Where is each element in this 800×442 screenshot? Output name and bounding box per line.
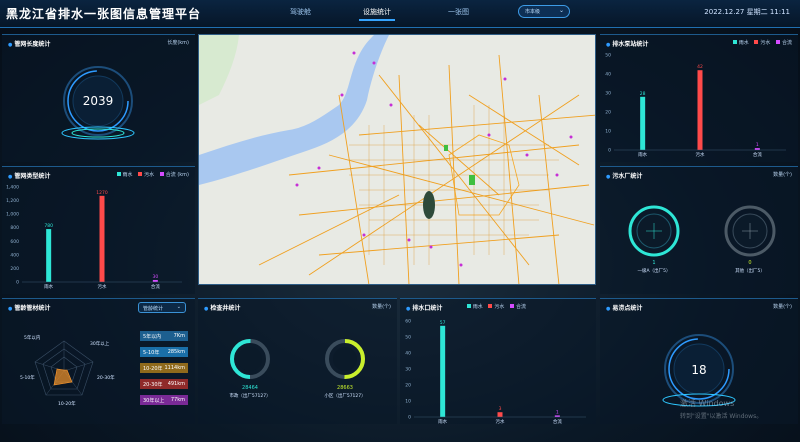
tab-one-map[interactable]: 一张图 xyxy=(448,7,469,17)
windows-watermark: 激活 Windows xyxy=(680,399,735,408)
outfall-ytick: 20 xyxy=(405,383,411,389)
pump-bar xyxy=(697,70,703,150)
age-range-4: 30年以上 77km xyxy=(140,395,188,405)
outfall-ytick: 0 xyxy=(408,415,411,421)
pipe-age-dropdown-value: 管龄统计 xyxy=(143,306,164,312)
pipe-type-bar xyxy=(99,195,105,282)
radar-label-1: 30年以上 xyxy=(90,340,110,347)
outfall-bar xyxy=(497,412,503,417)
pipe-type-ytick: 1,000 xyxy=(6,212,19,218)
plant-gauge-1-value: 0 xyxy=(748,260,751,266)
outfall-category-label: 污水 xyxy=(496,418,505,425)
pump-category-label: 合流 xyxy=(753,151,762,158)
outfall-category-label: 合流 xyxy=(553,418,562,425)
map-canvas[interactable] xyxy=(199,35,596,285)
pipe-type-category-label: 污水 xyxy=(98,283,107,290)
pipe-age-panel: 管龄管材统计 5年以内 30年以上 20-30年 10-20年 5-10年 xyxy=(2,298,195,424)
pipe-type-category-label: 雨水 xyxy=(44,283,53,290)
pipe-type-ytick: 200 xyxy=(10,266,19,272)
outfall-value-label: 57 xyxy=(440,320,446,326)
pump-value-label: 42 xyxy=(697,64,703,70)
pump-value-label: 1 xyxy=(756,142,759,148)
outfall-ytick: 40 xyxy=(405,351,411,357)
radar-label-4: 5-10年 xyxy=(20,374,35,381)
pump-value-label: 28 xyxy=(640,91,646,97)
pump-station-panel: 排水泵站统计 雨水 污水 合流 0102030405028雨水42污水1合流 xyxy=(600,34,798,162)
inspection-well-gauges: 28464 市政（出厂57127） 28663 小区（出厂57127） xyxy=(229,339,366,399)
plant-gauge-0-value: 1 xyxy=(652,260,655,266)
pipe-type-chart: 0 200 400 600 800 1,000 1,200 1,400 780 雨水 1270 污水 3… xyxy=(6,185,182,290)
plant-gauge-0-label: 一级A（出厂5） xyxy=(638,267,671,274)
city-map[interactable] xyxy=(198,34,596,285)
pipe-type-ytick: 600 xyxy=(10,239,19,245)
pump-ytick: 50 xyxy=(605,53,611,59)
pump-category-label: 污水 xyxy=(696,151,705,158)
pipe-age-radar: 5年以内 30年以上 20-30年 10-20年 5-10年 xyxy=(20,334,115,407)
outfall-ytick: 30 xyxy=(405,367,411,373)
app-title: 黑龙江省排水一张图信息管理平台 xyxy=(6,7,202,21)
pipe-type-value-label: 780 xyxy=(44,223,53,229)
age-range-2: 10-20年 1114km xyxy=(140,363,188,373)
outfall-bar xyxy=(440,325,446,417)
radar-label-0: 5年以内 xyxy=(24,334,41,341)
tab-facility-stats[interactable]: 设施统计 xyxy=(359,7,395,21)
pipe-type-ytick: 800 xyxy=(10,225,19,231)
pipe-type-bar xyxy=(152,279,158,282)
well-gauge-1-label: 小区（出厂57127） xyxy=(324,392,365,399)
pump-ytick: 30 xyxy=(605,91,611,97)
pump-ytick: 0 xyxy=(608,148,611,154)
pump-category-label: 雨水 xyxy=(638,151,647,158)
chevron-down-icon: ⌄ xyxy=(558,7,564,14)
outfall-value-label: 3 xyxy=(499,406,502,412)
well-gauge-1-value: 28663 xyxy=(337,385,353,391)
age-range-1: 5-10年 285km xyxy=(140,347,188,357)
pump-bar xyxy=(640,96,646,150)
city-select[interactable]: 市本级 ⌄ xyxy=(518,5,570,18)
well-gauge-0-label: 市政（出厂57127） xyxy=(229,392,270,399)
pipe-length-dial: 2039 xyxy=(61,66,135,140)
sewage-plant-panel: 污水厂统计 数量(个) 1 一级A（出厂5） 0 其他（出厂5） xyxy=(600,166,798,294)
pipe-type-ytick: 1,400 xyxy=(6,185,19,191)
outfall-ytick: 50 xyxy=(405,335,411,341)
outfall-category-label: 雨水 xyxy=(438,418,447,425)
pipe-type-ytick: 0 xyxy=(16,280,19,286)
outfall-ytick: 10 xyxy=(405,399,411,405)
pipe-type-value-label: 30 xyxy=(152,274,158,280)
well-gauge-0-value: 28464 xyxy=(242,385,258,391)
outfall-panel: 排水口统计 雨水 污水 合流 010203040506057雨水3污水1合流 xyxy=(400,298,596,425)
pipe-length-value: 2039 xyxy=(83,94,114,108)
datetime: 2022.12.27 星期二 11:11 xyxy=(704,8,790,16)
radar-label-3: 10-20年 xyxy=(58,400,76,407)
age-range-0: 5年以内 7Km xyxy=(140,331,188,341)
inspection-well-panel: 检查井统计 数量(个) 28464 市政（出厂57127） 28663 小区（出… xyxy=(198,298,397,424)
pipe-type-ytick: 1,200 xyxy=(6,198,19,204)
pipe-type-value-label: 1270 xyxy=(96,190,108,196)
radar-label-2: 20-30年 xyxy=(97,374,115,381)
windows-watermark-sub: 转到"设置"以激活 Windows。 xyxy=(680,413,763,420)
age-range-3: 20-30年 491km xyxy=(140,379,188,389)
header-bar: 黑龙江省排水一张图信息管理平台 驾驶舱 设施统计 一张图 市本级 ⌄ 2022.… xyxy=(0,0,800,28)
pump-ytick: 20 xyxy=(605,110,611,116)
plant-gauge-1-label: 其他（出厂5） xyxy=(735,267,765,274)
pump-ytick: 40 xyxy=(605,72,611,78)
pipe-age-dropdown[interactable]: 管龄统计 ⌄ xyxy=(138,302,186,313)
city-select-value: 市本级 xyxy=(525,9,541,15)
pump-ytick: 10 xyxy=(605,129,611,135)
pipe-type-category-label: 合流 xyxy=(151,283,160,290)
outfall-value-label: 1 xyxy=(556,409,559,415)
pipe-type-bar xyxy=(46,229,52,282)
pipe-type-ytick: 400 xyxy=(10,252,19,258)
pipe-type-panel: 管网类型统计 雨水 污水 合流 (km) 02004006008001,0001… xyxy=(2,166,195,294)
chevron-down-icon: ⌄ xyxy=(176,304,181,310)
sewage-plant-gauges: 1 一级A（出厂5） 0 其他（出厂5） xyxy=(628,205,776,274)
tab-cockpit[interactable]: 驾驶舱 xyxy=(290,7,311,17)
outfall-ytick: 60 xyxy=(405,319,411,325)
pump-bar xyxy=(754,148,760,150)
pump-station-chart: 0 10 20 30 40 50 28 雨水 42 污水 1 合流 xyxy=(605,53,786,158)
outfall-chart: 0 10 20 30 40 50 60 57 雨水 3 污水 1 合流 xyxy=(405,319,586,425)
waterlog-value: 18 xyxy=(691,363,706,377)
pipe-length-panel: 管网长度统计 长度(km) 2039 xyxy=(2,34,195,162)
